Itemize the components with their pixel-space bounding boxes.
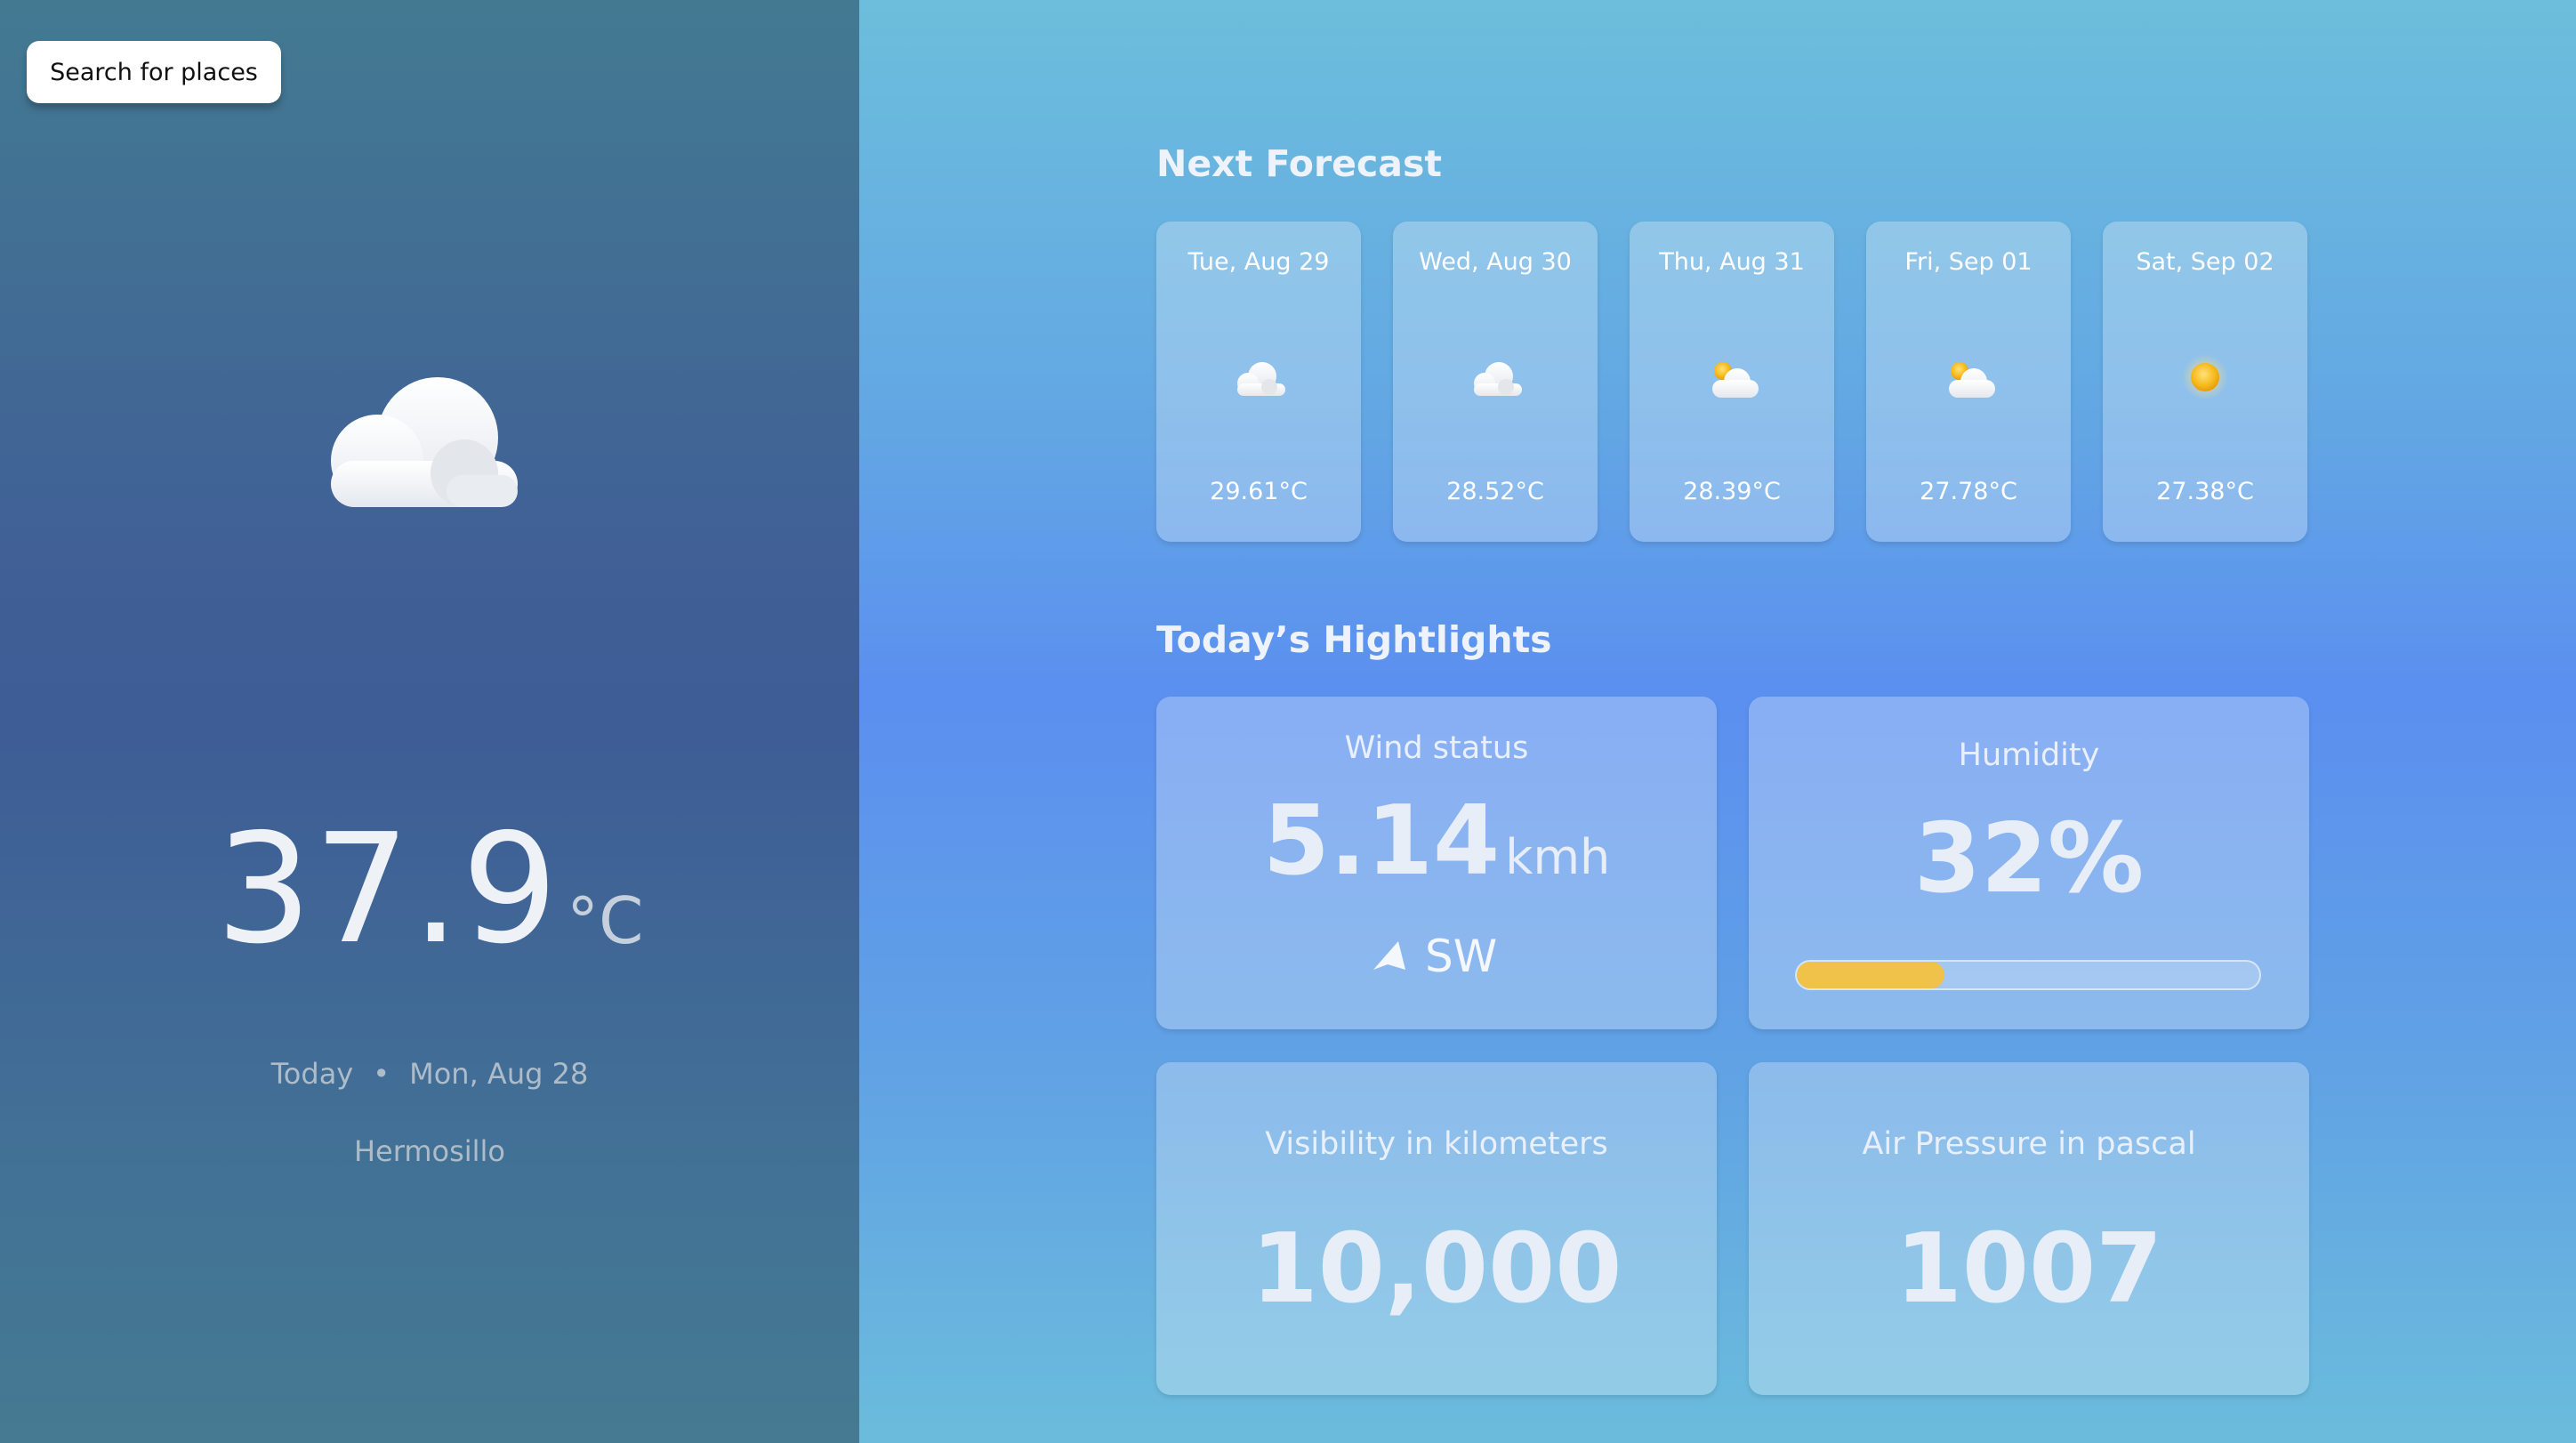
wind-direction: SW: [1370, 930, 1530, 983]
cloud-icon: [331, 377, 518, 507]
forecast-temp: 27.78°C: [1920, 478, 2017, 505]
forecast-card: Thu, Aug 31 28.39°C: [1630, 222, 1834, 542]
forecast-card: Wed, Aug 30 28.52°C: [1393, 222, 1598, 542]
humidity-label: Humidity: [1958, 738, 2100, 773]
wind-speed-value: 5.14: [1262, 786, 1501, 897]
current-date: Mon, Aug 28: [409, 1057, 589, 1091]
wind-speed: 5.14 kmh: [1156, 786, 1717, 897]
navigation-arrow-icon: [1373, 941, 1405, 970]
current-date-line: Today • Mon, Aug 28: [0, 1057, 859, 1091]
current-weather-panel: Search for places 37.9 °C Today • Mon, Aug…: [0, 0, 859, 1443]
forecast-date: Thu, Aug 31: [1659, 248, 1805, 276]
wind-status-label: Wind status: [1344, 730, 1529, 766]
temperature-value: 37.9: [215, 802, 560, 978]
forecast-date: Wed, Aug 30: [1419, 248, 1572, 276]
wind-speed-unit: kmh: [1505, 829, 1611, 885]
temperature-unit: °C: [567, 883, 644, 958]
forecast-date: Sat, Sep 02: [2136, 248, 2274, 276]
forecast-card: Tue, Aug 29 29.61°C: [1156, 222, 1361, 542]
humidity-value: 32%: [1913, 803, 2145, 915]
air-pressure-card: Air Pressure in pascal 1007: [1749, 1062, 2309, 1395]
air-pressure-value: 1007: [1895, 1213, 2163, 1325]
forecast-card: Sat, Sep 02 27.38°C: [2103, 222, 2307, 542]
separator-dot: •: [373, 1057, 390, 1091]
wind-direction-text: SW: [1425, 931, 1498, 982]
location-name: Hermosillo: [353, 1134, 505, 1168]
sun-icon: [2182, 354, 2228, 400]
cloud-icon: [1237, 362, 1285, 396]
humidity-bar: [1795, 960, 2261, 990]
forecast-temp: 28.39°C: [1683, 478, 1781, 505]
partly-sunny-icon: [1949, 362, 1995, 398]
forecast-temp: 27.38°C: [2156, 478, 2254, 505]
day-label: Today: [270, 1057, 354, 1091]
air-pressure-label: Air Pressure in pascal: [1862, 1126, 2196, 1162]
forecast-date: Tue, Aug 29: [1187, 248, 1330, 276]
cloud-icon: [1474, 362, 1522, 396]
forecast-date: Fri, Sep 01: [1904, 248, 2033, 276]
forecast-title: Next Forecast: [1156, 142, 1442, 185]
highlights-title: Today’s Hightlights: [1156, 618, 1552, 661]
search-places-button[interactable]: Search for places: [27, 41, 281, 103]
forecast-temp: 29.61°C: [1210, 478, 1308, 505]
visibility-value: 10,000: [1251, 1213, 1622, 1325]
humidity-bar-fill: [1797, 962, 1945, 988]
partly-sunny-icon: [1712, 362, 1759, 398]
visibility-card: Visibility in kilometers 10,000: [1156, 1062, 1717, 1395]
forecast-card: Fri, Sep 01 27.78°C: [1866, 222, 2071, 542]
main-content: [859, 0, 2576, 1443]
forecast-temp: 28.52°C: [1446, 478, 1544, 505]
current-temperature: 37.9 °C: [0, 814, 859, 965]
visibility-label: Visibility in kilometers: [1265, 1126, 1608, 1162]
